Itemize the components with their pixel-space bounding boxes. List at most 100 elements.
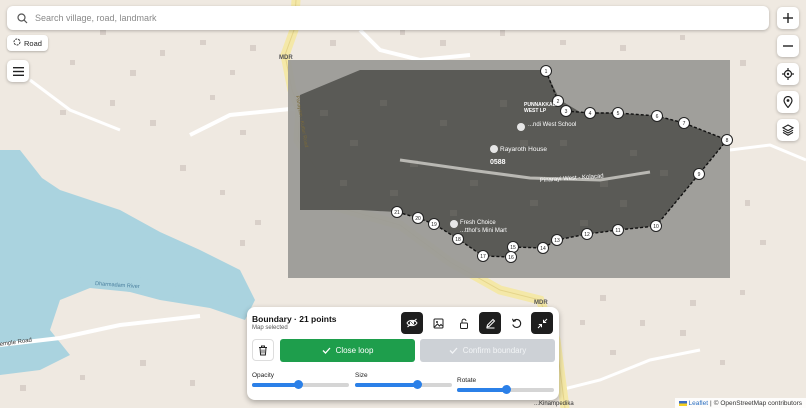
layers-button[interactable] (777, 119, 799, 141)
boundary-point-label: 15 (510, 245, 516, 251)
boundary-point[interactable]: 10 (650, 220, 662, 232)
boundary-point-label: 10 (653, 224, 659, 230)
boundary-point[interactable]: 12 (581, 228, 593, 240)
label-mdr-top: MDR (279, 55, 293, 61)
size-label: Size (355, 372, 368, 379)
crosshair-icon (782, 68, 794, 80)
boundary-point[interactable]: 4 (584, 107, 596, 119)
zoom-in-button[interactable] (777, 7, 799, 29)
boundary-point[interactable]: 1 (540, 65, 552, 77)
boundary-point-label: 11 (615, 228, 620, 234)
plus-icon (783, 13, 793, 23)
opacity-label: Opacity (252, 372, 275, 379)
boundary-point-label: 17 (480, 254, 486, 260)
boundary-point[interactable]: 3 (560, 105, 572, 117)
close-loop-label: Close loop (335, 346, 374, 355)
boundary-point-label: 20 (415, 216, 421, 222)
boundary-point[interactable]: 20 (412, 212, 424, 224)
label-shop1: Fresh Choice (460, 220, 496, 226)
school-marker (517, 123, 525, 131)
label-house: Rayaroth House (500, 146, 547, 153)
boundary-point[interactable]: 9 (693, 168, 705, 180)
boundary-point-label: 21 (394, 210, 400, 216)
boundary-point[interactable]: 21 (391, 206, 403, 218)
eye-off-icon (406, 318, 418, 328)
boundary-point-label: 14 (540, 246, 546, 252)
boundary-point-label: 4 (589, 111, 592, 117)
draw-button[interactable] (479, 312, 501, 334)
map-attribution: Leaflet | © OpenStreetMap contributors (674, 398, 806, 408)
search-bar[interactable] (7, 6, 769, 30)
boundary-point[interactable]: 19 (428, 218, 440, 230)
boundary-point-label: 12 (584, 232, 590, 238)
boundary-point[interactable]: 5 (612, 107, 624, 119)
boundary-point[interactable]: 8 (721, 134, 733, 146)
boundary-point-label: 8 (726, 138, 729, 144)
place-pin-button[interactable] (777, 91, 799, 113)
map-pin-icon (783, 96, 793, 108)
check-icon (449, 347, 458, 354)
label-school: ...ndi West School (528, 122, 576, 128)
boundary-point-label: 3 (565, 109, 568, 115)
pencil-icon (485, 318, 495, 328)
collapse-button[interactable] (531, 312, 553, 334)
house-marker (490, 145, 498, 153)
replace-image-button[interactable] (427, 312, 449, 334)
layer-chip[interactable]: Road (7, 35, 48, 51)
opacity-slider-knob[interactable] (293, 380, 303, 389)
panel-title: Boundary · 21 points (252, 314, 337, 324)
search-input[interactable] (33, 12, 769, 24)
attribution-separator: | (710, 399, 712, 407)
locate-button[interactable] (777, 63, 799, 85)
boundary-point[interactable]: 7 (678, 117, 690, 129)
size-slider-fill (355, 383, 418, 387)
zoom-out-button[interactable] (777, 35, 799, 57)
size-slider-knob[interactable] (413, 380, 423, 389)
collapse-icon (537, 318, 547, 328)
opacity-slider[interactable] (252, 380, 349, 389)
boundary-point-label: 6 (656, 114, 659, 120)
flag-icon (678, 400, 687, 406)
shop-marker (450, 220, 458, 228)
boundary-point[interactable]: 14 (537, 242, 549, 254)
boundary-point-label: 7 (683, 121, 686, 127)
boundary-point-label: 9 (698, 172, 701, 178)
boundary-point[interactable]: 11 (612, 224, 624, 236)
layers-icon (782, 124, 794, 136)
boundary-point[interactable]: 17 (477, 250, 489, 262)
rotate-label: Rotate (457, 377, 477, 384)
confirm-boundary-button[interactable]: Confirm boundary (420, 339, 555, 362)
label-school-top2: WEST LP (524, 108, 547, 114)
check-icon (322, 347, 331, 354)
boundary-point-label: 2 (557, 99, 560, 105)
rotate-slider-knob[interactable] (501, 385, 511, 394)
minus-icon (783, 45, 793, 47)
confirm-boundary-label: Confirm boundary (462, 346, 527, 355)
boundary-point[interactable]: 6 (651, 110, 663, 122)
boundary-point[interactable]: 13 (551, 234, 563, 246)
layer-icon (13, 38, 21, 48)
label-mdr-bottom: MDR (534, 300, 548, 306)
trash-icon (259, 345, 267, 355)
boundary-point[interactable]: 15 (507, 241, 519, 253)
unlock-button[interactable] (453, 312, 475, 334)
panel-subtitle: Map selected (252, 325, 288, 331)
hide-overlay-button[interactable] (401, 312, 423, 334)
undo-icon (511, 318, 521, 328)
boundary-point[interactable]: 16 (505, 251, 517, 263)
close-loop-button[interactable]: Close loop (280, 339, 415, 362)
boundary-point-label: 1 (545, 69, 548, 75)
boundary-point-label: 5 (617, 111, 620, 117)
label-shop2: ...tthol's Mini Mart (460, 228, 507, 234)
boundary-point-label: 16 (508, 255, 514, 261)
size-slider[interactable] (355, 380, 452, 389)
boundary-point[interactable]: 18 (452, 233, 464, 245)
delete-button[interactable] (252, 339, 274, 361)
menu-button[interactable] (7, 60, 29, 82)
boundary-point-label: 13 (554, 238, 560, 244)
rotate-slider-fill (457, 388, 506, 392)
unlock-icon (460, 318, 468, 329)
leaflet-link[interactable]: Leaflet (689, 400, 709, 407)
undo-button[interactable] (505, 312, 527, 334)
rotate-slider[interactable] (457, 385, 554, 394)
